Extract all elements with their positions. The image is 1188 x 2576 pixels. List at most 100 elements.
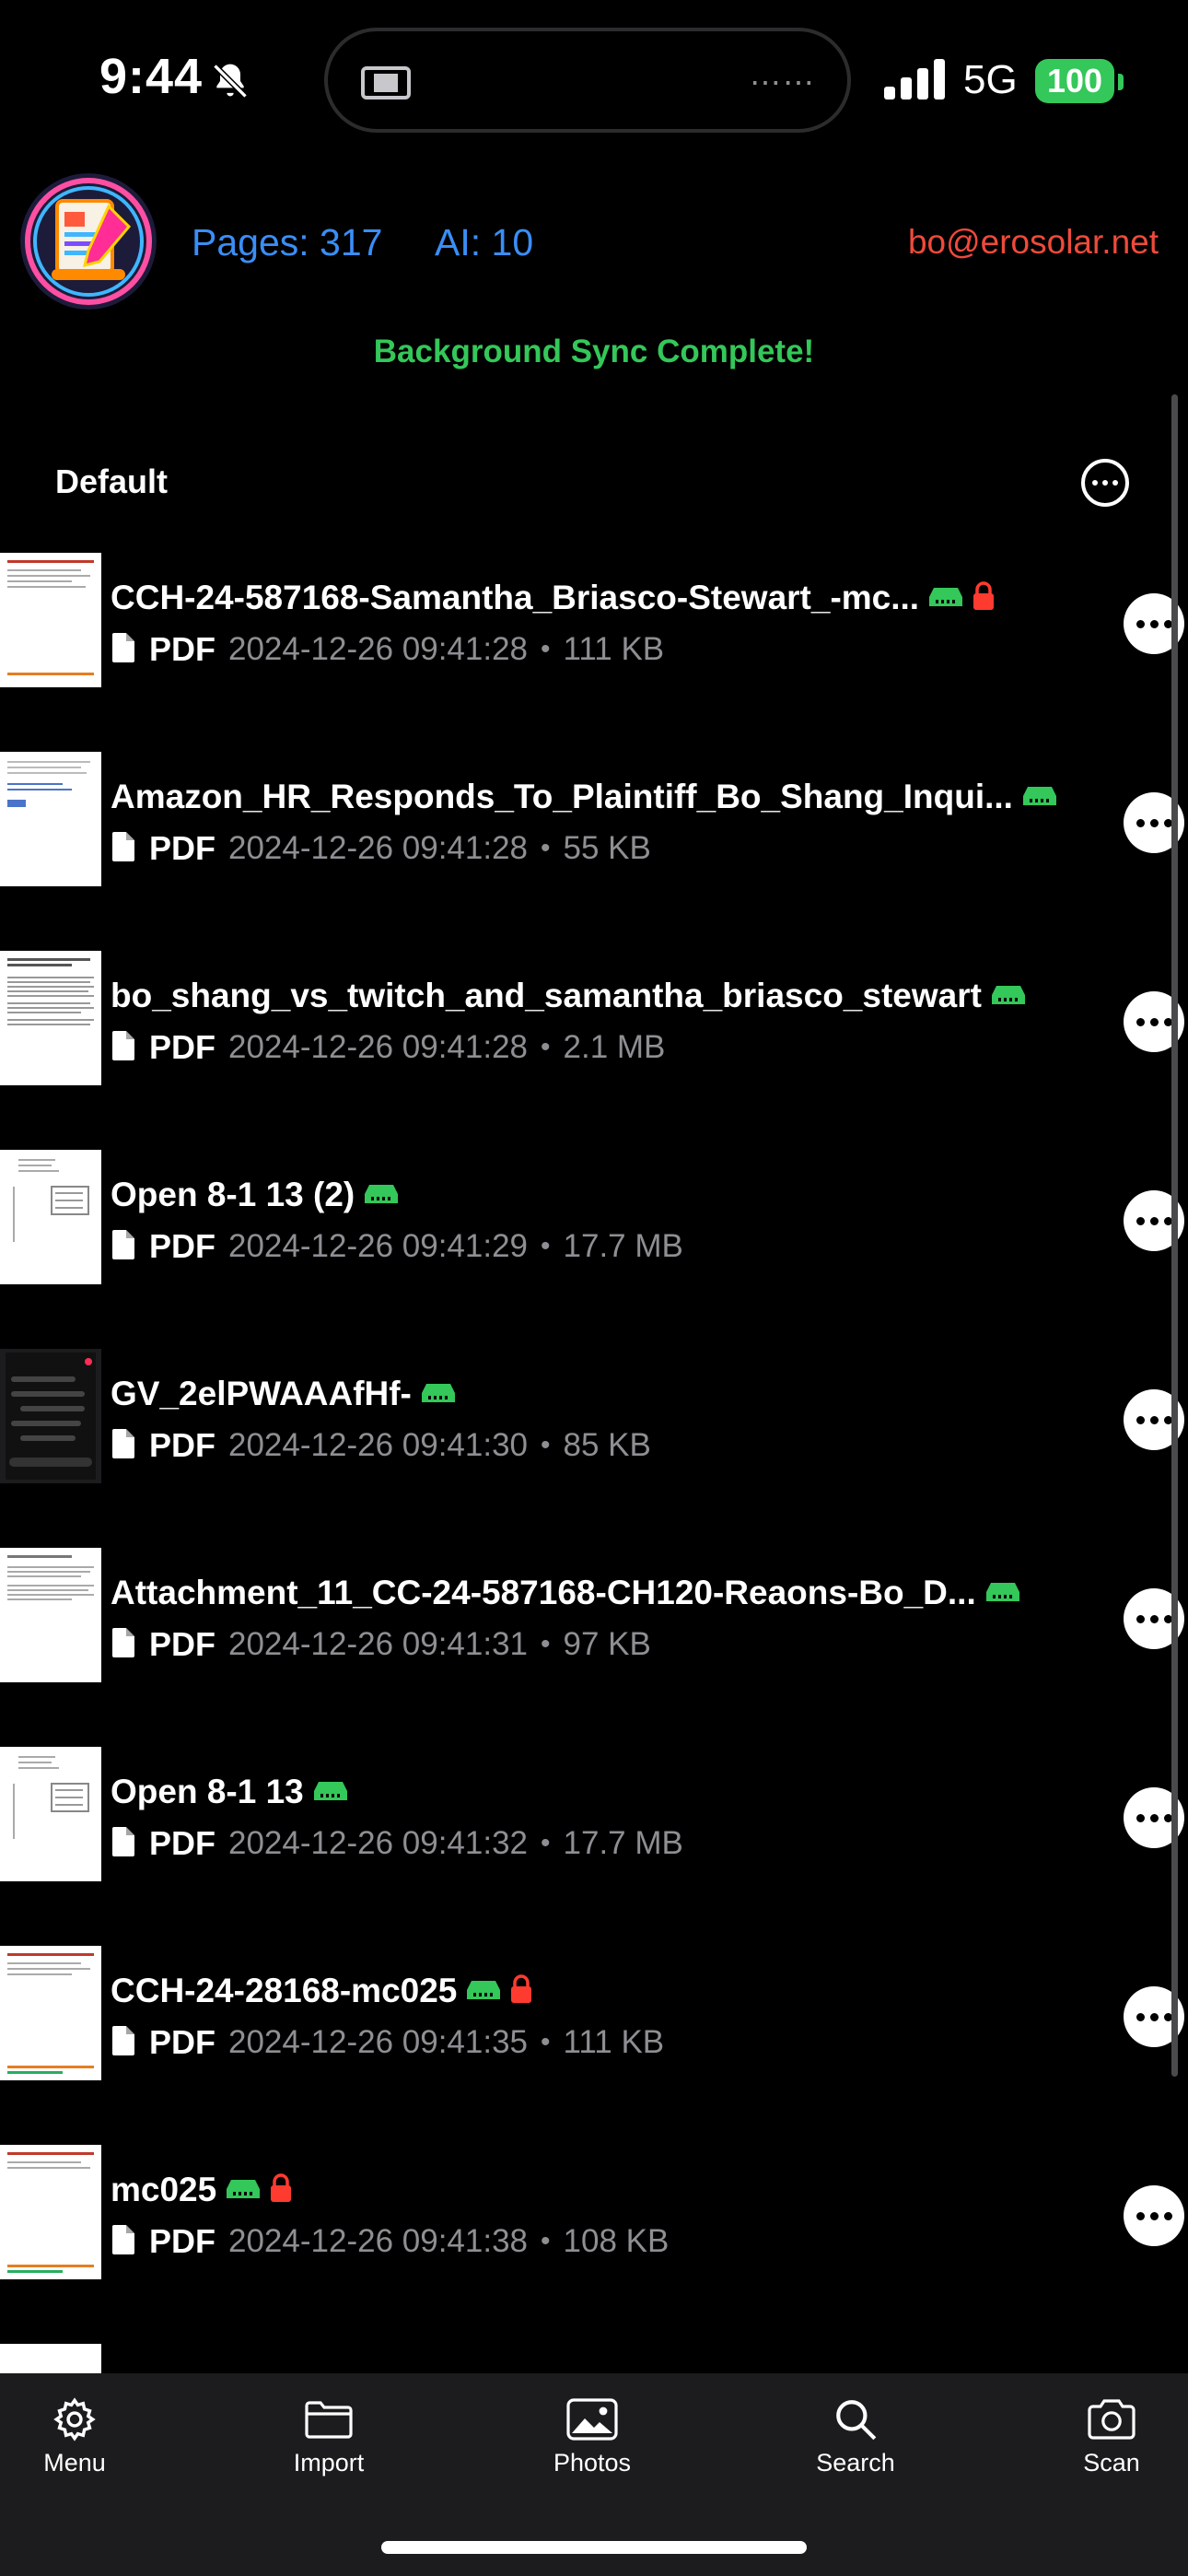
tab-label: Scan — [1083, 2449, 1140, 2476]
document-icon — [111, 632, 136, 668]
file-thumbnail[interactable] — [0, 1349, 101, 1483]
file-title: Open 8-1 13 — [111, 1773, 304, 1810]
document-icon — [111, 831, 136, 867]
account-email[interactable]: bo@erosolar.net — [908, 223, 1159, 262]
file-type: PDF — [149, 1227, 215, 1265]
tab-menu[interactable]: Menu — [6, 2392, 144, 2477]
lock-icon — [973, 580, 995, 615]
file-size: 111 KB — [563, 2024, 665, 2060]
ai-count[interactable]: AI: 10 — [435, 221, 533, 264]
lock-icon — [510, 1973, 532, 2008]
file-row[interactable]: Amazon_HR_Responds_To_Plaintiff_Bo_Shang… — [0, 752, 1188, 886]
file-row[interactable]: CCH-24-587168-Samantha_Briasco-Stewart_-… — [0, 553, 1188, 687]
file-thumbnail[interactable] — [0, 1747, 101, 1881]
file-row[interactable]: Attachment_11_CC-24-587168-CH120-Reaons-… — [0, 1548, 1188, 1682]
separator: • — [541, 1032, 551, 1062]
file-thumbnail[interactable] — [0, 2145, 101, 2279]
file-row[interactable]: GV_2elPWAAAfHf- PDF 2024-12-26 09:41:30 … — [0, 1349, 1188, 1483]
dot — [1102, 480, 1108, 486]
file-size: 17.7 MB — [563, 1825, 683, 1861]
tab-label: Search — [816, 2449, 895, 2476]
file-type: PDF — [149, 1426, 215, 1464]
document-icon — [111, 1826, 136, 1862]
photo-icon — [523, 2392, 661, 2447]
file-size: 85 KB — [563, 1427, 651, 1463]
drive-icon — [1022, 783, 1057, 812]
file-more-button[interactable] — [1124, 2185, 1184, 2246]
file-date: 2024-12-26 09:41:32 — [228, 1825, 528, 1861]
app-logo[interactable] — [20, 173, 157, 310]
file-date: 2024-12-26 09:41:38 — [228, 2223, 528, 2259]
file-thumbnail[interactable] — [0, 1150, 101, 1284]
camera-icon — [1042, 2392, 1181, 2447]
file-row[interactable]: CCH-24-28168-mc025 PDF 2024-12-26 09:41:… — [0, 1946, 1188, 2080]
status-bar: 9:44 ⋯⋯ 5G 100 — [0, 0, 1188, 166]
separator: • — [541, 2027, 551, 2057]
file-size: 108 KB — [563, 2223, 670, 2259]
dynamic-island[interactable]: ⋯⋯ — [324, 28, 851, 133]
dot — [1092, 480, 1098, 486]
file-row[interactable]: mc025 PDF 2024-12-26 09:41:38 • 108 KB — [0, 2145, 1188, 2279]
home-indicator[interactable] — [381, 2541, 807, 2554]
file-date: 2024-12-26 09:41:30 — [228, 1427, 528, 1463]
folder-icon — [260, 2392, 398, 2447]
tab-photos[interactable]: Photos — [523, 2392, 661, 2477]
folder-name: Default — [55, 463, 169, 500]
document-icon — [111, 1428, 136, 1464]
search-icon — [786, 2392, 925, 2447]
file-type: PDF — [149, 829, 215, 867]
tab-search[interactable]: Search — [786, 2392, 925, 2477]
drive-icon — [421, 1380, 456, 1409]
scrollbar[interactable] — [1171, 394, 1178, 2077]
file-thumbnail[interactable] — [0, 1548, 101, 1682]
file-date: 2024-12-26 09:41:28 — [228, 830, 528, 866]
pages-count[interactable]: Pages: 317 — [192, 221, 382, 264]
battery-tip — [1118, 74, 1124, 90]
drive-icon — [991, 982, 1026, 1011]
file-thumbnail[interactable] — [0, 951, 101, 1085]
file-date: 2024-12-26 09:41:31 — [228, 1626, 528, 1662]
network-type: 5G — [963, 57, 1018, 102]
file-title: Attachment_11_CC-24-587168-CH120-Reaons-… — [111, 1574, 976, 1611]
file-date: 2024-12-26 09:41:28 — [228, 631, 528, 667]
file-title: GV_2elPWAAAfHf- — [111, 1375, 412, 1412]
file-date: 2024-12-26 09:41:28 — [228, 1029, 528, 1065]
file-type: PDF — [149, 630, 215, 668]
file-thumbnail[interactable] — [0, 752, 101, 886]
drive-icon — [466, 1977, 501, 2006]
file-thumbnail[interactable] — [0, 553, 101, 687]
signal-icon — [884, 59, 947, 104]
file-size: 2.1 MB — [563, 1029, 666, 1065]
file-row[interactable] — [0, 2344, 1188, 2373]
document-icon — [111, 2224, 136, 2260]
tab-import[interactable]: Import — [260, 2392, 398, 2477]
tab-scan[interactable]: Scan — [1042, 2392, 1181, 2477]
separator: • — [541, 1231, 551, 1261]
file-size: 55 KB — [563, 830, 651, 866]
folder-more-button[interactable] — [1081, 459, 1129, 507]
tab-label: Photos — [553, 2449, 632, 2476]
file-row[interactable]: bo_shang_vs_twitch_and_samantha_briasco_… — [0, 951, 1188, 1085]
file-type: PDF — [149, 1824, 215, 1862]
file-date: 2024-12-26 09:41:35 — [228, 2024, 528, 2060]
file-thumbnail[interactable] — [0, 2344, 101, 2373]
file-date: 2024-12-26 09:41:29 — [228, 1228, 528, 1264]
file-type: PDF — [149, 2023, 215, 2061]
file-title: Amazon_HR_Responds_To_Plaintiff_Bo_Shang… — [111, 778, 1013, 815]
file-title: mc025 — [111, 2171, 217, 2208]
drive-icon — [928, 584, 963, 613]
separator: • — [541, 2226, 551, 2256]
document-icon — [111, 1627, 136, 1663]
gear-icon — [6, 2392, 144, 2447]
drive-icon — [985, 1579, 1020, 1608]
file-size: 17.7 MB — [563, 1228, 683, 1264]
dot — [1112, 480, 1118, 486]
file-row[interactable]: Open 8-1 13 (2) PDF 2024-12-26 09:41:29 … — [0, 1150, 1188, 1284]
file-type: PDF — [149, 2222, 215, 2260]
file-row[interactable]: Open 8-1 13 PDF 2024-12-26 09:41:32 • 17… — [0, 1747, 1188, 1881]
lock-icon — [270, 2172, 292, 2207]
document-icon — [111, 1030, 136, 1066]
file-thumbnail[interactable] — [0, 1946, 101, 2080]
file-title: bo_shang_vs_twitch_and_samantha_briasco_… — [111, 977, 982, 1014]
bell-slash-icon — [210, 61, 250, 106]
